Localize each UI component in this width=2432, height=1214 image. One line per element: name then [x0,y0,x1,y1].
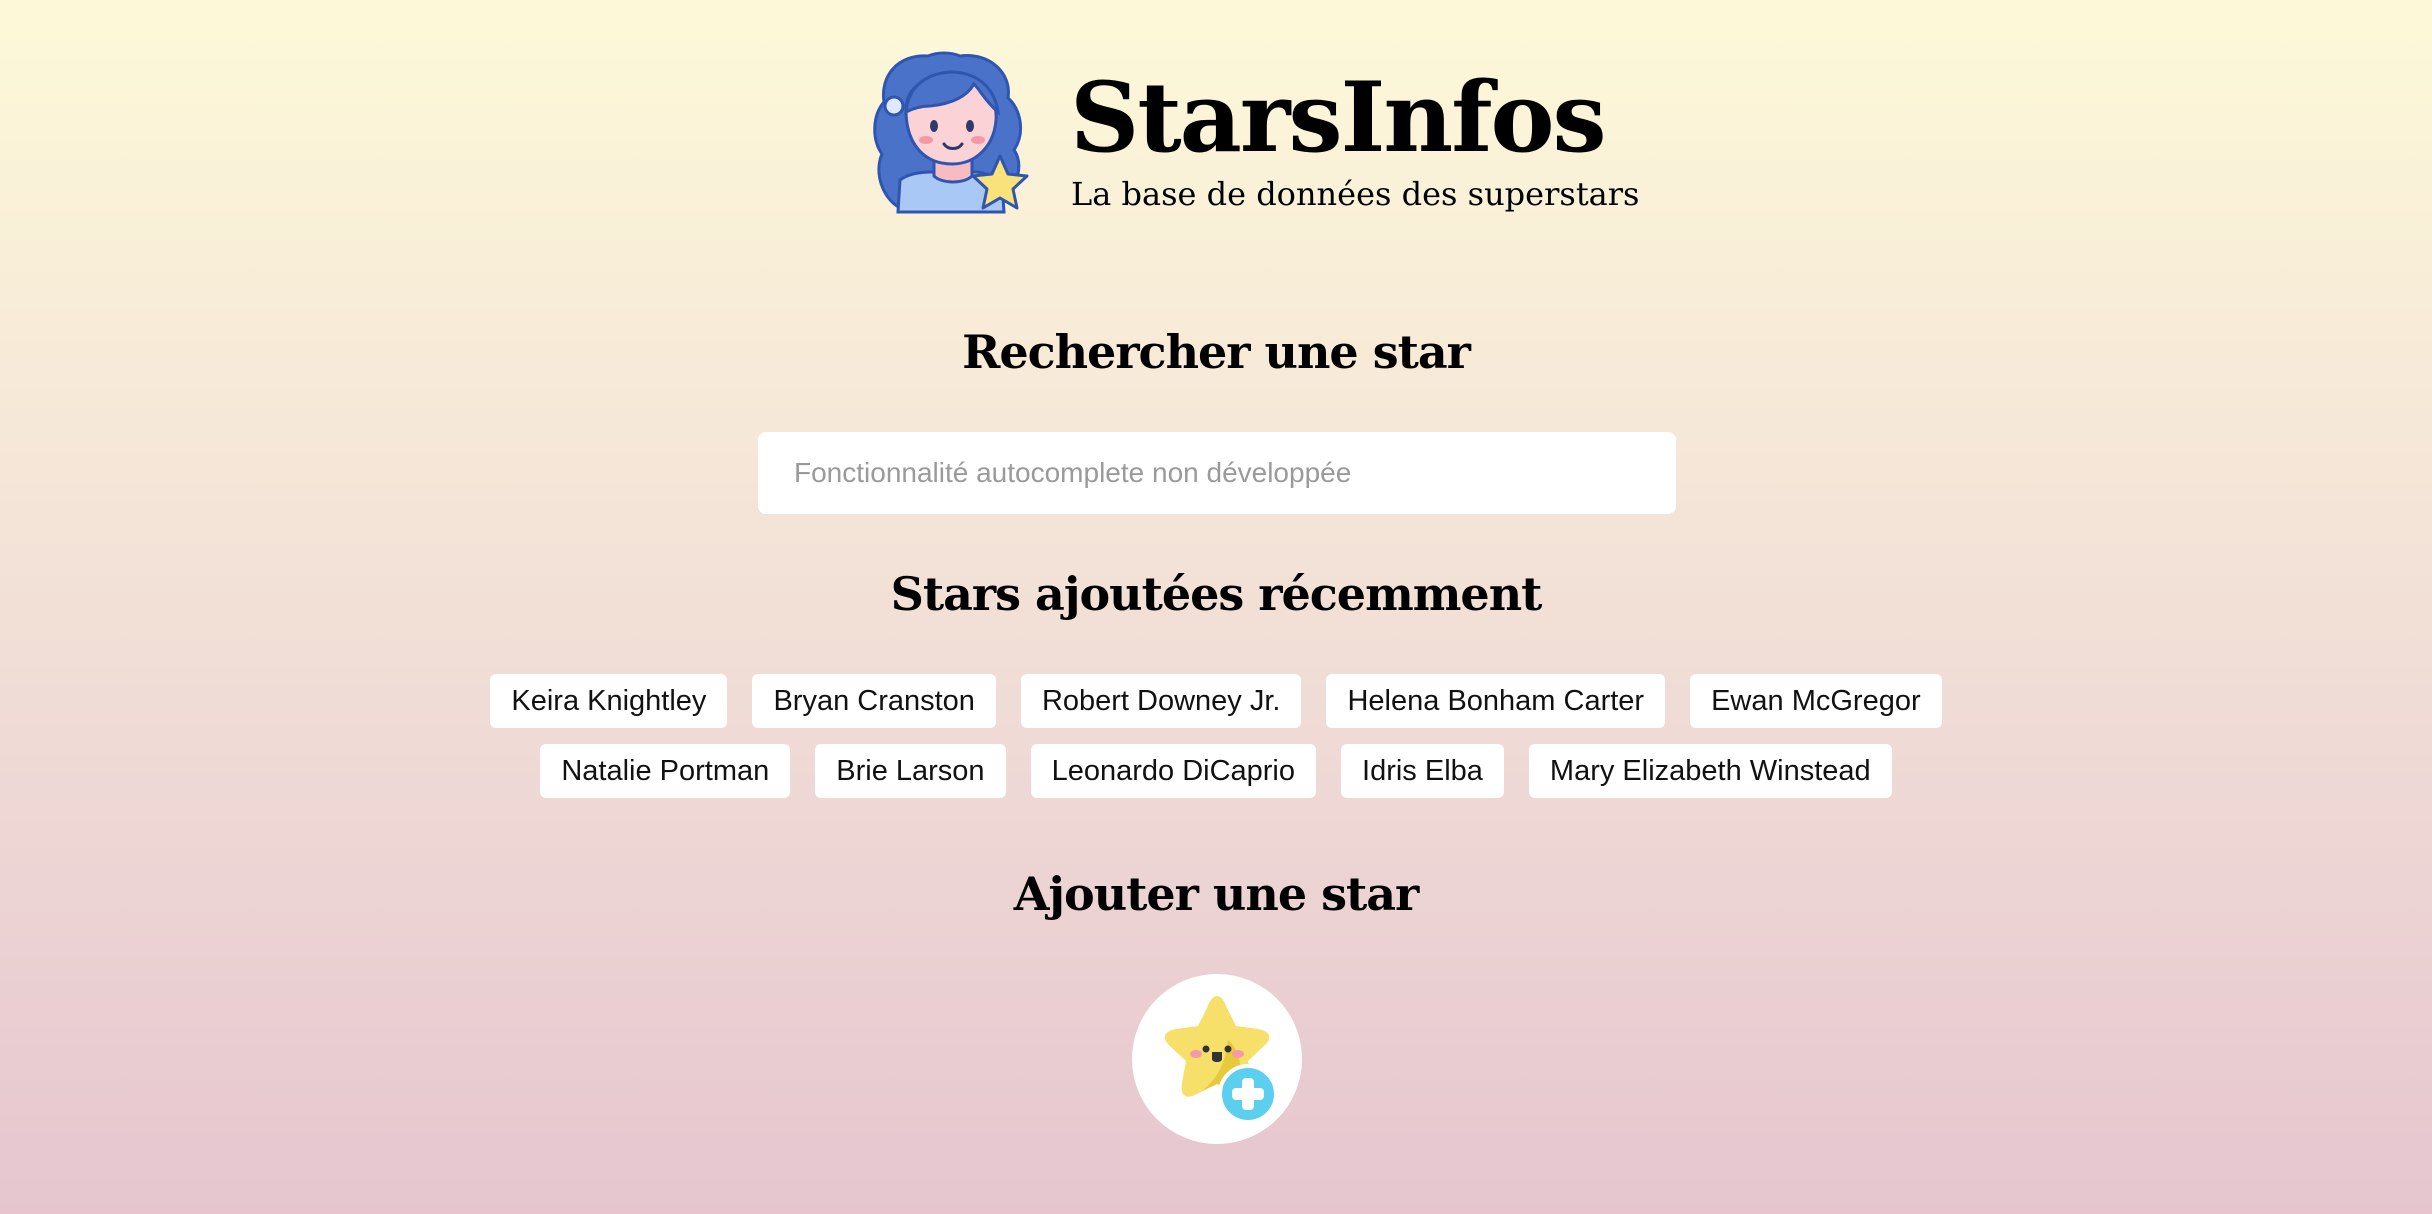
woman-with-star-avatar-icon [868,50,1038,230]
star-add-icon [1164,996,1278,1124]
star-chip[interactable]: Helena Bonham Carter [1326,674,1666,728]
add-star-button[interactable] [1132,974,1302,1144]
star-chip[interactable]: Idris Elba [1341,744,1504,798]
star-chip[interactable]: Keira Knightley [490,674,728,728]
recent-stars-row: Natalie Portman Brie Larson Leonardo DiC… [0,744,2432,798]
search-box [758,431,1676,515]
recent-stars-row: Keira Knightley Bryan Cranston Robert Do… [0,674,2432,728]
add-star-heading: Ajouter une star [1013,867,1420,921]
star-chip[interactable]: Bryan Cranston [752,674,996,728]
star-chip[interactable]: Natalie Portman [540,744,791,798]
search-input[interactable] [792,431,1642,515]
site-subtitle: La base de données des superstars [1071,175,1640,213]
star-chip[interactable]: Mary Elizabeth Winstead [1528,744,1892,798]
star-chip[interactable]: Ewan McGregor [1690,674,1942,728]
search-heading: Rechercher une star [962,325,1471,379]
site-header: StarsInfos La base de données des supers… [0,0,2432,240]
star-chip[interactable]: Leonardo DiCaprio [1030,744,1317,798]
site-title: StarsInfos [1070,61,1607,174]
recent-stars-heading: Stars ajoutées récemment [890,567,1543,621]
star-chip[interactable]: Brie Larson [815,744,1006,798]
star-chip[interactable]: Robert Downey Jr. [1020,674,1302,728]
